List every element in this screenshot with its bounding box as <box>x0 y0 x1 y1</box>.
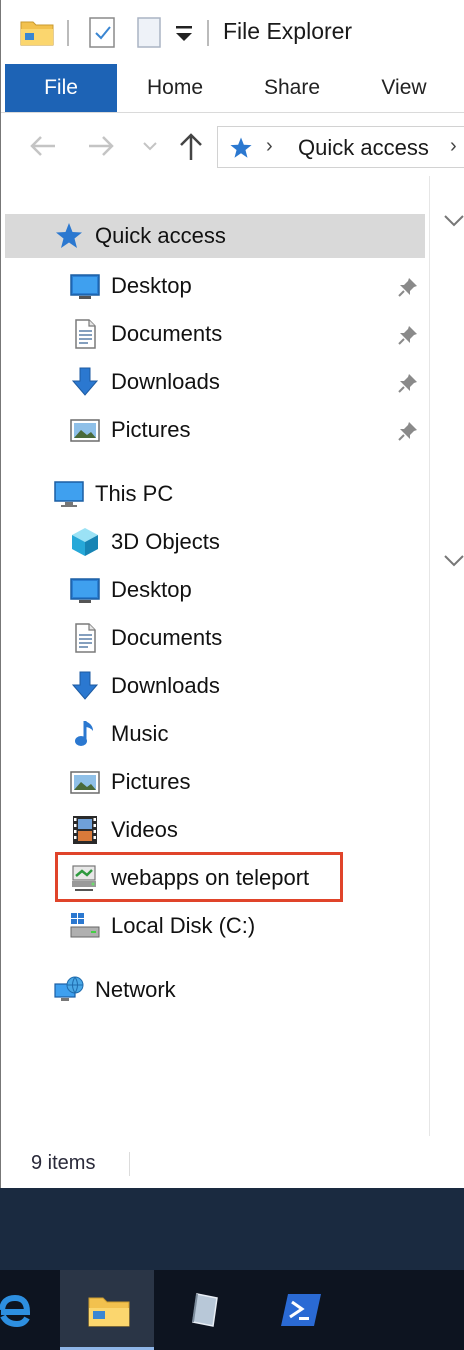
network-icon <box>53 974 85 1006</box>
status-bar: 9 items <box>1 1140 464 1188</box>
collapse-group-chevron-icon[interactable] <box>441 210 464 230</box>
nav-label: Music <box>111 721 169 746</box>
folder-icon <box>20 21 54 46</box>
nav-this-pc[interactable]: This PC <box>5 472 425 516</box>
pin-icon <box>397 420 419 442</box>
3d-objects-icon <box>69 526 101 558</box>
toolbar-separator <box>207 20 209 46</box>
status-separator <box>129 1152 130 1176</box>
nav-label: Documents <box>111 321 223 346</box>
taskbar-file-explorer[interactable] <box>60 1270 154 1350</box>
nav-label: Quick access <box>95 223 226 248</box>
nav-label: 3D Objects <box>111 529 220 554</box>
nav-music[interactable]: Music <box>5 712 425 756</box>
nav-quick-access[interactable]: Quick access <box>5 214 425 258</box>
nav-label: Desktop <box>111 577 192 602</box>
toolbar-separator <box>67 20 69 46</box>
server-manager-icon <box>192 1293 218 1327</box>
up-arrow-icon[interactable] <box>173 128 209 164</box>
desktop-icon <box>69 574 101 606</box>
file-explorer-icon <box>88 1297 130 1327</box>
tab-home[interactable]: Home <box>131 64 219 112</box>
new-folder-icon[interactable] <box>135 14 163 50</box>
internet-explorer-icon <box>0 1294 31 1328</box>
breadcrumb-chevron-icon[interactable]: › <box>450 135 457 158</box>
this-pc-icon <box>53 478 85 510</box>
taskbar <box>0 1270 464 1350</box>
ribbon-tabs: File Home Share View <box>1 64 464 113</box>
breadcrumb-quick-access[interactable]: Quick access <box>298 135 429 161</box>
nav-quick-access-pictures[interactable]: Pictures <box>5 408 425 452</box>
taskbar-server-manager[interactable] <box>156 1270 250 1350</box>
nav-label: Pictures <box>111 417 191 442</box>
nav-pictures[interactable]: Pictures <box>5 760 425 804</box>
music-icon <box>69 718 101 750</box>
desktop-icon <box>69 270 101 302</box>
recent-locations-chevron-icon[interactable] <box>139 128 161 164</box>
pin-icon <box>397 372 419 394</box>
taskbar-internet-explorer[interactable] <box>0 1270 60 1350</box>
title-bar: File Explorer <box>1 0 464 64</box>
pictures-icon <box>69 414 101 446</box>
navigation-bar: › Quick access › <box>1 118 464 174</box>
nav-label: This PC <box>95 481 174 506</box>
nav-3d-objects[interactable]: 3D Objects <box>5 520 425 564</box>
customize-toolbar-dropdown-icon[interactable] <box>173 22 195 46</box>
powershell-icon <box>281 1294 321 1326</box>
nav-documents[interactable]: Documents <box>5 616 425 660</box>
documents-icon <box>69 318 101 350</box>
nav-label: Desktop <box>111 273 192 298</box>
nav-quick-access-desktop[interactable]: Desktop <box>5 264 425 308</box>
tab-file[interactable]: File <box>5 64 117 112</box>
window-title: File Explorer <box>223 18 353 44</box>
nav-network[interactable]: Network <box>5 968 425 1012</box>
breadcrumb-chevron-icon[interactable]: › <box>266 135 273 158</box>
forward-arrow-icon[interactable] <box>83 128 119 164</box>
downloads-icon <box>69 366 101 398</box>
pictures-icon <box>69 766 101 798</box>
nav-label: Videos <box>111 817 178 842</box>
nav-label: Downloads <box>111 369 220 394</box>
tab-share[interactable]: Share <box>251 64 333 112</box>
tab-view[interactable]: View <box>367 64 441 112</box>
collapse-group-chevron-icon[interactable] <box>441 550 464 570</box>
taskbar-powershell[interactable] <box>252 1270 346 1350</box>
item-count: 9 items <box>31 1152 96 1174</box>
videos-icon <box>69 814 101 846</box>
nav-label: Documents <box>111 625 223 650</box>
nav-videos[interactable]: Videos <box>5 808 425 852</box>
navigation-pane: Quick access Desktop Documents Downloads… <box>1 176 433 1136</box>
nav-label: Local Disk (C:) <box>111 913 256 938</box>
nav-label: Pictures <box>111 769 191 794</box>
file-explorer-window: File Explorer File Home Share View › Qui… <box>0 0 464 1188</box>
quick-access-star-icon <box>228 135 254 161</box>
nav-quick-access-downloads[interactable]: Downloads <box>5 360 425 404</box>
nav-downloads[interactable]: Downloads <box>5 664 425 708</box>
downloads-icon <box>69 670 101 702</box>
documents-icon <box>69 622 101 654</box>
properties-icon[interactable] <box>87 14 119 50</box>
pin-icon <box>397 276 419 298</box>
pane-divider[interactable] <box>429 176 430 1136</box>
nav-label: Network <box>95 977 176 1002</box>
nav-local-disk-c[interactable]: Local Disk (C:) <box>5 904 425 948</box>
nav-label: Downloads <box>111 673 220 698</box>
pin-icon <box>397 324 419 346</box>
quick-access-star-icon <box>53 220 85 252</box>
address-bar[interactable]: › Quick access › <box>217 126 464 168</box>
highlight-box <box>55 852 343 902</box>
back-arrow-icon[interactable] <box>25 128 61 164</box>
local-disk-icon <box>69 910 101 942</box>
nav-quick-access-documents[interactable]: Documents <box>5 312 425 356</box>
nav-desktop[interactable]: Desktop <box>5 568 425 612</box>
